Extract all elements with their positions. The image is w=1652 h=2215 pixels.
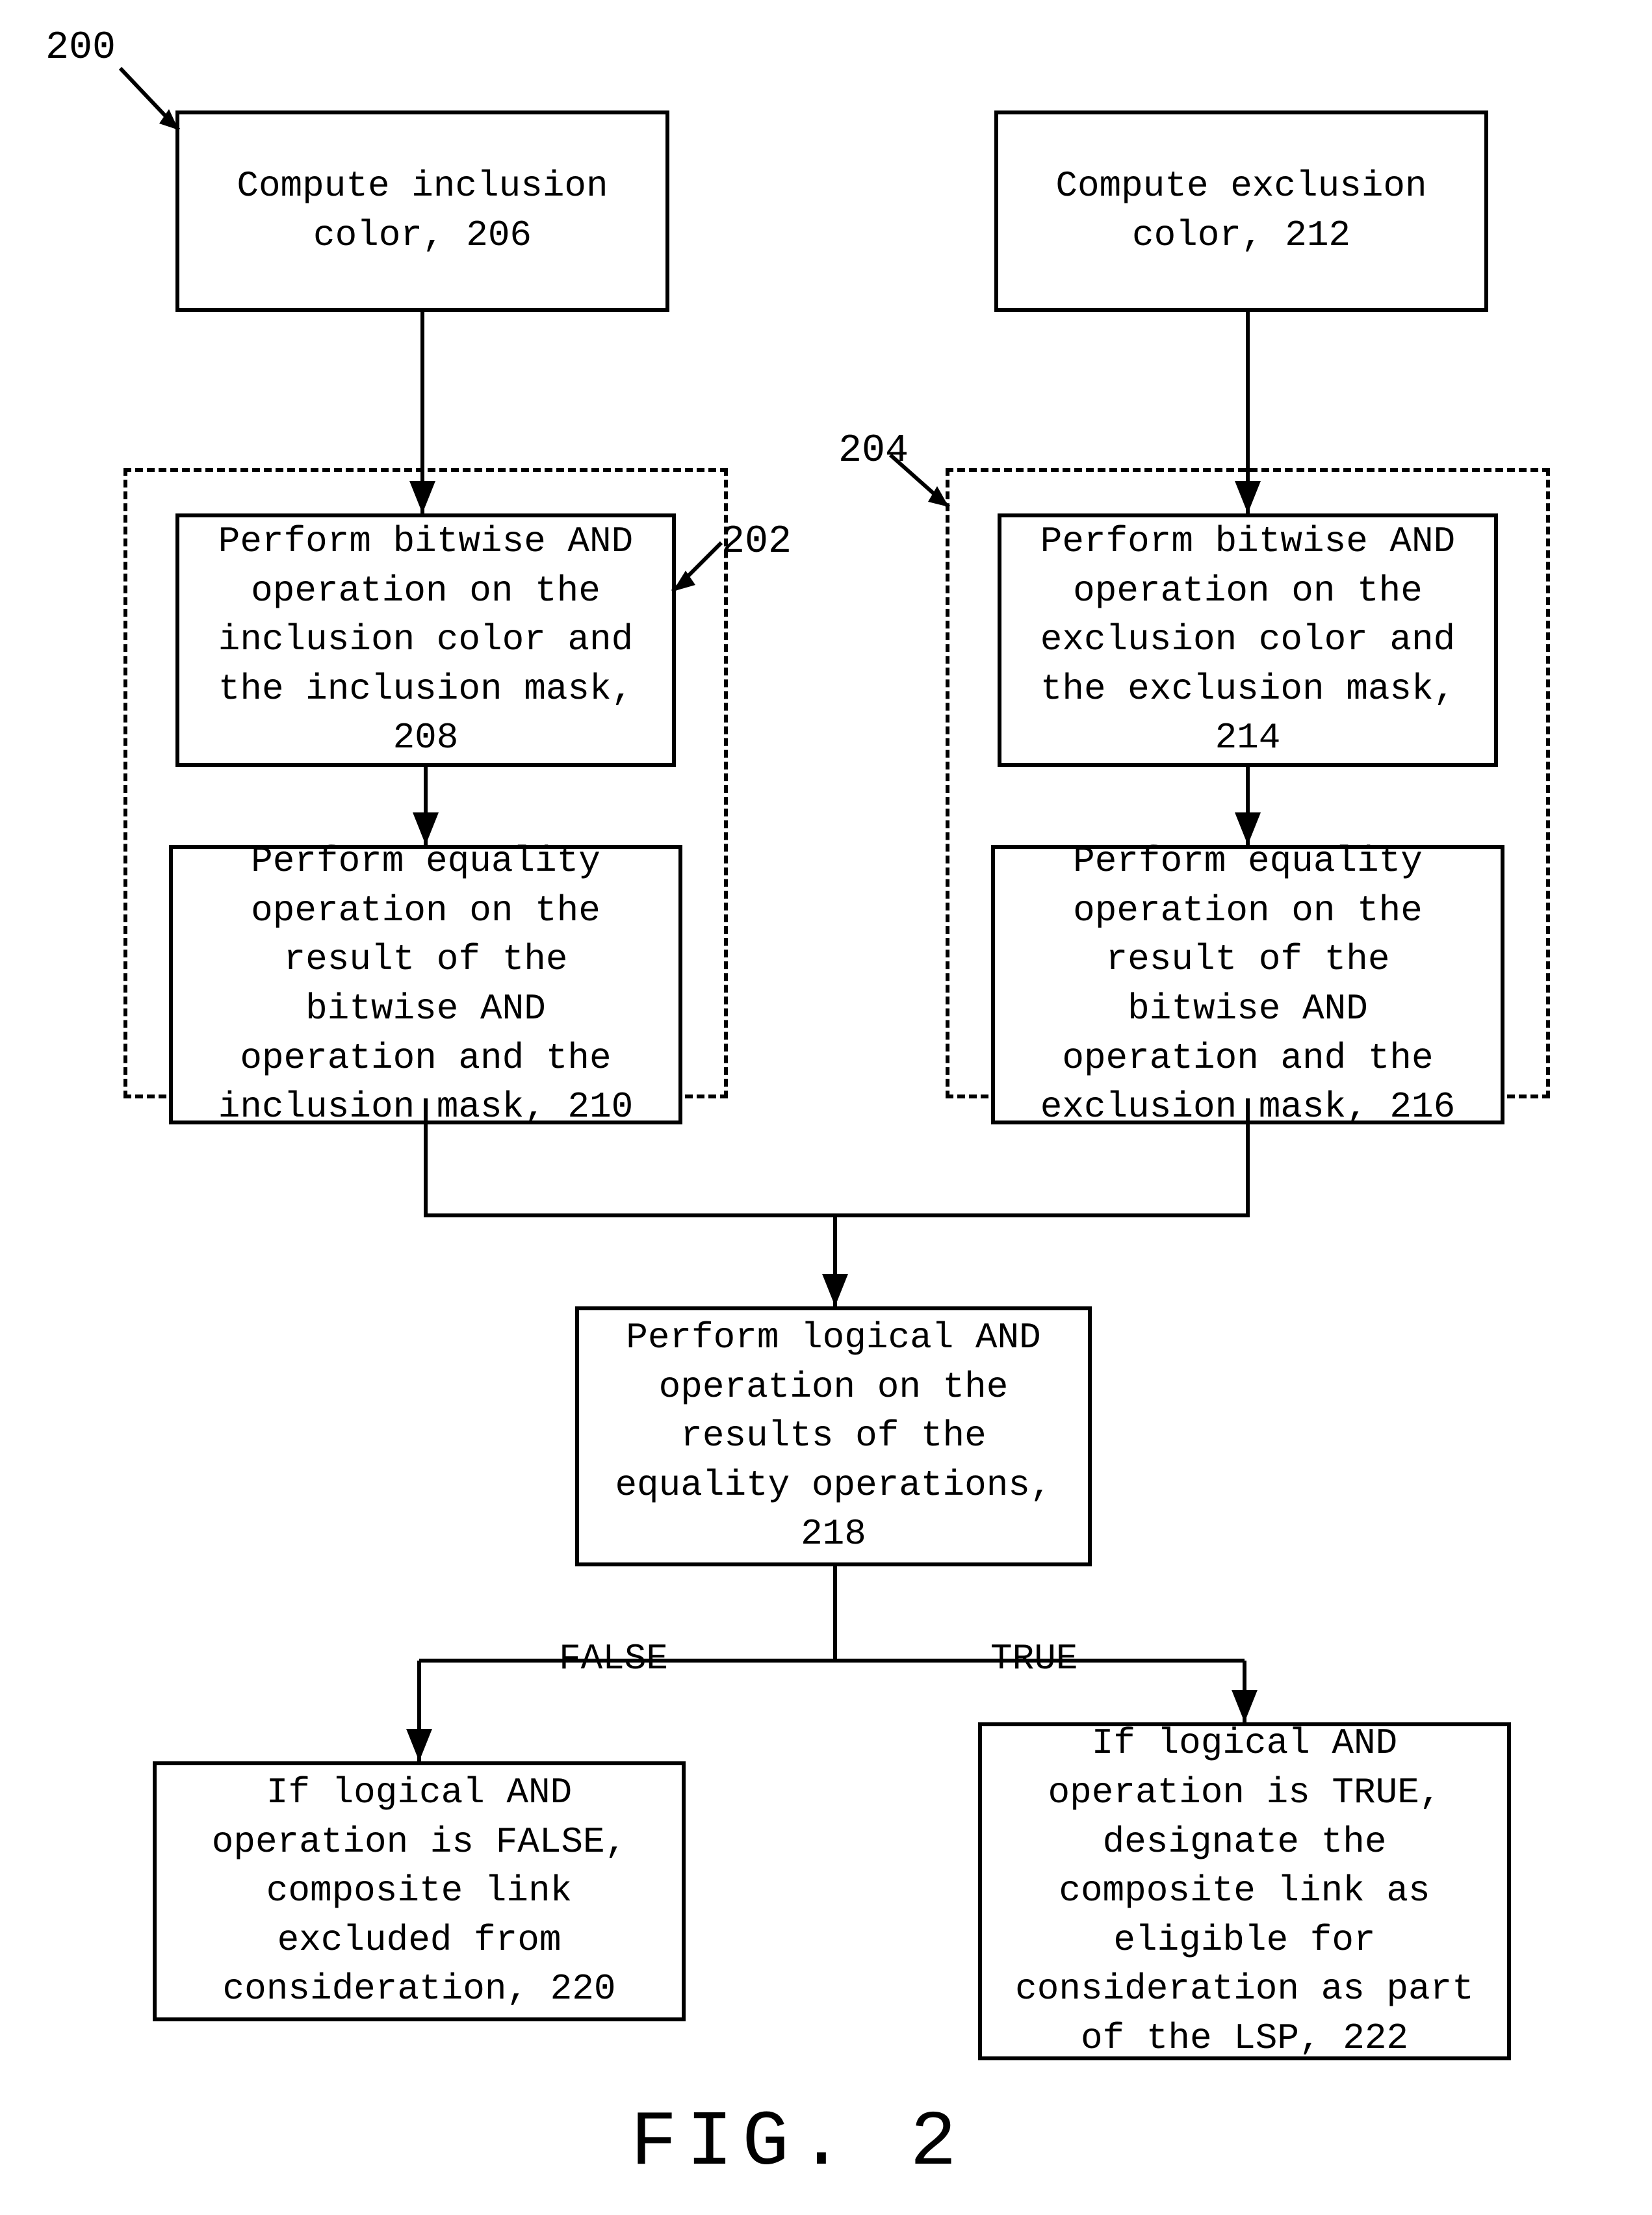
result-true-eligible: If logical AND operation is TRUE, design… (978, 1722, 1511, 2060)
step-logical-and: Perform logical AND operation on the res… (575, 1306, 1092, 1566)
branch-label-true: TRUE (975, 1638, 1093, 1679)
result-false-excluded: If logical AND operation is FALSE, compo… (153, 1761, 686, 2021)
figure-caption: FIG. 2 (630, 2099, 966, 2188)
step-bitwise-and-exclusion: Perform bitwise AND operation on the exc… (998, 513, 1498, 767)
step-equality-exclusion: Perform equality operation on the result… (991, 845, 1504, 1124)
step-compute-inclusion-color: Compute inclusion color, 206 (175, 110, 669, 312)
flowchart-page: 200 202 204 Compute inclusion color, 206… (0, 0, 1652, 2215)
step-compute-exclusion-color: Compute exclusion color, 212 (994, 110, 1488, 312)
ref-204: 204 (838, 429, 909, 473)
ref-200: 200 (45, 26, 116, 70)
branch-label-false: FALSE (543, 1638, 684, 1679)
step-equality-inclusion: Perform equality operation on the result… (169, 845, 682, 1124)
ref-202: 202 (721, 520, 792, 564)
step-bitwise-and-inclusion: Perform bitwise AND operation on the inc… (175, 513, 676, 767)
